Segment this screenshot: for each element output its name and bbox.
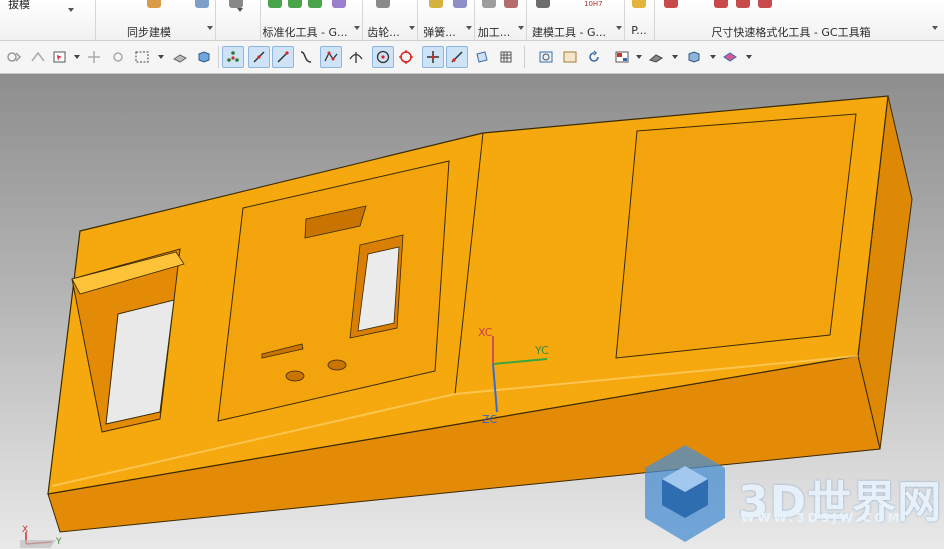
grid-icon[interactable]	[496, 47, 516, 67]
ribbon-group-label: P...	[631, 24, 647, 37]
chevron-down-icon[interactable]	[672, 55, 678, 59]
triad-x-label: X	[22, 525, 29, 535]
chevron-down-icon[interactable]	[237, 8, 243, 12]
chevron-down-icon[interactable]	[207, 26, 213, 30]
spline-point-icon[interactable]	[320, 46, 342, 68]
chevron-down-icon[interactable]	[466, 26, 472, 30]
copy-to-icon[interactable]	[28, 47, 48, 67]
center-point-icon[interactable]	[372, 46, 394, 68]
view-preview-icon[interactable]	[560, 47, 580, 67]
machining-icon[interactable]	[504, 0, 518, 8]
visibility-icon[interactable]	[720, 47, 740, 67]
surface-icon[interactable]	[472, 47, 492, 67]
select-filter-icon[interactable]	[50, 47, 70, 67]
fit-view-icon[interactable]	[536, 47, 556, 67]
ribbon-group-dimension-format: 尺寸快速格式化工具 - GC工具箱	[654, 0, 940, 40]
chevron-down-icon[interactable]	[616, 26, 622, 30]
chevron-down-icon[interactable]	[68, 8, 74, 12]
selection-box-icon[interactable]	[132, 47, 152, 67]
triad-plane	[20, 540, 56, 548]
spring-icon[interactable]	[453, 0, 467, 8]
dimension-icon[interactable]	[664, 0, 678, 8]
ribbon-group-standard-tools: 标准化工具 - G...	[260, 0, 363, 40]
dimension-icon[interactable]	[736, 0, 750, 8]
standard-part-icon[interactable]	[288, 0, 302, 8]
hole-left	[285, 370, 305, 382]
ribbon-group-misc	[215, 0, 261, 40]
ribbon-group-modeling-tools: 10H7 建模工具 - G...	[526, 0, 625, 40]
ribbon-group-label: 弹簧...	[423, 26, 456, 39]
tolerance-label[interactable]: 10H7	[584, 0, 603, 8]
chevron-down-icon[interactable]	[158, 55, 164, 59]
triad-y-label: Y	[56, 537, 62, 547]
dimension-icon[interactable]	[714, 0, 728, 8]
ribbon-group-draft	[0, 0, 96, 40]
ribbon-group-machining: 加工...	[474, 0, 527, 40]
render-style-icon[interactable]	[646, 47, 666, 67]
machining-icon[interactable]	[482, 0, 496, 8]
chevron-down-icon[interactable]	[74, 55, 80, 59]
ribbon-group-label: 尺寸快速格式化工具 - GC工具箱	[711, 26, 871, 39]
ribbon-group-p: P...	[624, 0, 655, 40]
ribbon-group-spring: 弹簧...	[417, 0, 475, 40]
midpoint-icon[interactable]	[446, 46, 468, 68]
curve-snap-icon[interactable]	[272, 46, 294, 68]
xc-axis-label: XC	[478, 326, 493, 339]
offset-face-icon[interactable]	[147, 0, 161, 8]
rotate-icon[interactable]	[584, 47, 604, 67]
chevron-down-icon[interactable]	[932, 26, 938, 30]
utility-toolbar	[0, 41, 944, 74]
yc-axis-label: YC	[535, 344, 549, 357]
ribbon-group-gear: 齿轮...	[362, 0, 418, 40]
dimension-icon[interactable]	[758, 0, 772, 8]
ribbon: 拔模 同步建模 标准化工具 - G... 齿轮... 弹簧... 加工... 1…	[0, 0, 944, 41]
chevron-down-icon[interactable]	[354, 26, 360, 30]
cross-icon[interactable]	[422, 46, 444, 68]
move-face-icon[interactable]	[195, 0, 209, 8]
spring-icon[interactable]	[429, 0, 443, 8]
layout-icon[interactable]	[612, 47, 632, 67]
ribbon-group-label: 建模工具 - G...	[532, 26, 606, 39]
ribbon-group-label: 同步建模	[127, 26, 171, 39]
quadrant-icon[interactable]	[396, 47, 416, 67]
modeling-tool-icon[interactable]	[536, 0, 550, 8]
library-icon[interactable]	[332, 0, 346, 8]
ribbon-group-label: 加工...	[477, 26, 511, 39]
watermark-url: WWW.3DSJW.COM	[741, 511, 903, 525]
move-icon[interactable]	[84, 47, 104, 67]
chevron-down-icon[interactable]	[518, 26, 524, 30]
chevron-down-icon[interactable]	[636, 55, 642, 59]
point-snap-icon[interactable]	[222, 46, 244, 68]
chevron-down-icon[interactable]	[710, 55, 716, 59]
shaded-body-icon[interactable]	[170, 47, 190, 67]
ribbon-group-label: 标准化工具 - G...	[262, 26, 348, 39]
chevron-down-icon[interactable]	[409, 26, 415, 30]
pmi-icon[interactable]	[632, 0, 646, 8]
right-pocket	[615, 113, 857, 359]
zc-axis-label: ZC	[482, 413, 498, 426]
ribbon-group-label: 齿轮...	[367, 26, 400, 39]
tangent-icon[interactable]	[296, 47, 316, 67]
graphics-viewport[interactable]: XC YC ZC X Y 3D世界网 WWW.3DSJW.COM	[0, 74, 944, 549]
gear-icon[interactable]	[376, 0, 390, 8]
copy-icon[interactable]	[108, 47, 128, 67]
solid-body-icon[interactable]	[194, 47, 214, 67]
more-icon[interactable]	[229, 0, 243, 8]
line-snap-icon[interactable]	[248, 46, 270, 68]
toolbar-divider	[524, 46, 525, 68]
view-cube-icon[interactable]	[684, 47, 704, 67]
hole-right	[327, 359, 347, 371]
snap-point-icon[interactable]	[4, 47, 24, 67]
standard-part-icon[interactable]	[268, 0, 282, 8]
intersection-icon[interactable]	[346, 47, 366, 67]
standard-part-icon[interactable]	[308, 0, 322, 8]
ribbon-group-sync-modeling: 同步建模	[95, 0, 216, 40]
toolbar-divider	[218, 46, 219, 68]
chevron-down-icon[interactable]	[746, 55, 752, 59]
